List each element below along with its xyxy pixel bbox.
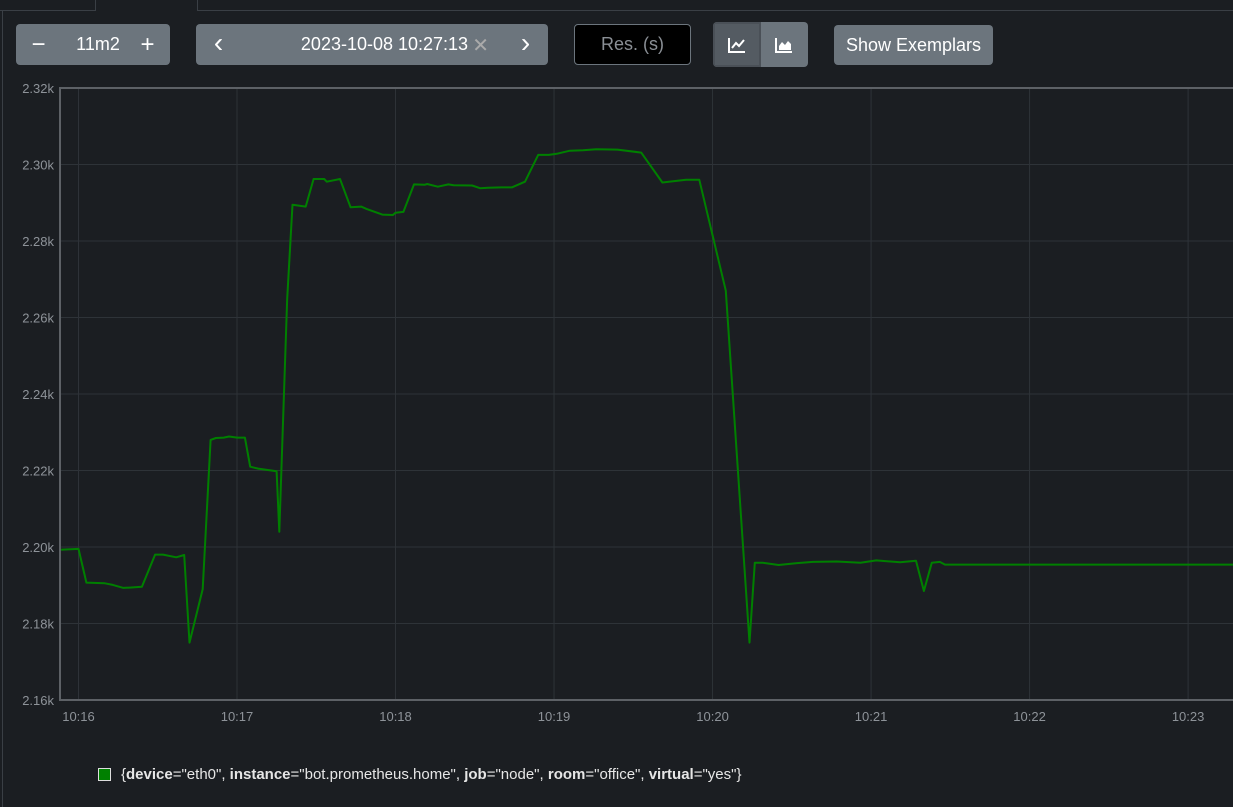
- end-time-input[interactable]: 2023-10-08 10:27:13 ✕: [241, 24, 503, 65]
- series-layer: [59, 148, 1233, 644]
- legend-label-value: "bot.prometheus.home": [299, 766, 456, 783]
- legend-swatch[interactable]: [98, 768, 111, 781]
- x-tick-label: 10:18: [379, 709, 412, 724]
- clear-time-icon[interactable]: ✕: [472, 33, 489, 58]
- plus-icon: +: [140, 30, 155, 58]
- y-tick-label: 2.20k: [22, 540, 54, 555]
- tab-strip: [0, 0, 1233, 11]
- x-tick-label: 10:19: [538, 709, 571, 724]
- legend-label-room: room="office",: [547, 766, 649, 783]
- y-tick-label: 2.28k: [22, 234, 54, 249]
- series-line[interactable]: [59, 148, 1233, 644]
- legend-label-value: "yes": [702, 766, 737, 783]
- y-tick-label: 2.30k: [22, 158, 54, 173]
- legend-label-key: virtual: [648, 766, 694, 783]
- range-value: 11m2: [76, 34, 120, 54]
- next-time-button[interactable]: ›: [503, 24, 548, 65]
- legend-label-value: "node": [495, 766, 540, 783]
- x-axis: 10:16 10:17 10:18 10:19 10:20 10:21 10:22 10:23: [62, 709, 1204, 724]
- end-time-value: 2023-10-08 10:27:13: [300, 34, 469, 54]
- range-control: − 11m2 +: [16, 24, 170, 65]
- line-chart-icon: [727, 37, 745, 53]
- end-time-control: ‹ 2023-10-08 10:27:13 ✕ ›: [196, 24, 548, 65]
- x-tick-label: 10:20: [696, 709, 729, 724]
- y-tick-label: 2.24k: [22, 387, 54, 402]
- stacked-chart-button[interactable]: [760, 22, 808, 67]
- range-input[interactable]: 11m2: [61, 24, 125, 65]
- legend-label-list: device="eth0", instance="bot.prometheus.…: [126, 766, 736, 783]
- chart-grid: [60, 87, 1233, 701]
- legend-label-key: device: [126, 766, 173, 783]
- previous-time-button[interactable]: ‹: [196, 24, 241, 65]
- legend-label-device: device="eth0",: [126, 766, 230, 783]
- resolution-placeholder: Res. (s): [601, 34, 664, 54]
- chevron-right-icon: ›: [520, 26, 531, 58]
- y-tick-label: 2.22k: [22, 464, 54, 479]
- legend-label-key: instance: [229, 766, 291, 783]
- x-tick-label: 10:21: [855, 709, 888, 724]
- legend-label-value: "eth0": [181, 766, 222, 783]
- x-tick-label: 10:23: [1172, 709, 1205, 724]
- line-chart-button[interactable]: [713, 22, 761, 67]
- minus-icon: −: [31, 30, 46, 58]
- y-tick-label: 2.18k: [22, 617, 54, 632]
- legend: {device="eth0", instance="bot.prometheus…: [98, 766, 742, 783]
- chart-type-toggle: [713, 22, 808, 67]
- increase-range-button[interactable]: +: [125, 24, 170, 65]
- x-tick-label: 10:16: [62, 709, 95, 724]
- x-tick-label: 10:22: [1013, 709, 1046, 724]
- y-tick-label: 2.26k: [22, 311, 54, 326]
- show-exemplars-button[interactable]: Show Exemplars: [834, 25, 993, 65]
- legend-series-label[interactable]: {device="eth0", instance="bot.prometheus…: [121, 766, 742, 783]
- y-tick-label: 2.32k: [22, 81, 54, 96]
- area-chart-icon: [775, 37, 793, 53]
- decrease-range-button[interactable]: −: [16, 24, 61, 65]
- legend-label-instance: instance="bot.prometheus.home",: [229, 766, 465, 783]
- legend-brace-close: }: [736, 766, 742, 783]
- x-tick-label: 10:17: [221, 709, 254, 724]
- legend-label-value: "office": [594, 766, 641, 783]
- legend-label-virtual: virtual="yes": [648, 766, 737, 783]
- line-chart[interactable]: 2.16k 2.18k 2.20k 2.22k 2.24k 2.26k 2.28k 2.30k…: [0, 78, 1233, 728]
- y-tick-label: 2.16k: [22, 693, 54, 708]
- show-exemplars-label: Show Exemplars: [845, 34, 982, 55]
- legend-label-key: job: [464, 766, 487, 783]
- legend-label-key: room: [547, 766, 586, 783]
- y-axis: 2.16k 2.18k 2.20k 2.22k 2.24k 2.26k 2.28k 2.30k…: [22, 81, 54, 708]
- resolution-input[interactable]: Res. (s): [574, 24, 691, 65]
- chevron-left-icon: ‹: [213, 26, 224, 58]
- tab-graph[interactable]: [95, 0, 198, 11]
- legend-label-job: job="node",: [464, 766, 548, 783]
